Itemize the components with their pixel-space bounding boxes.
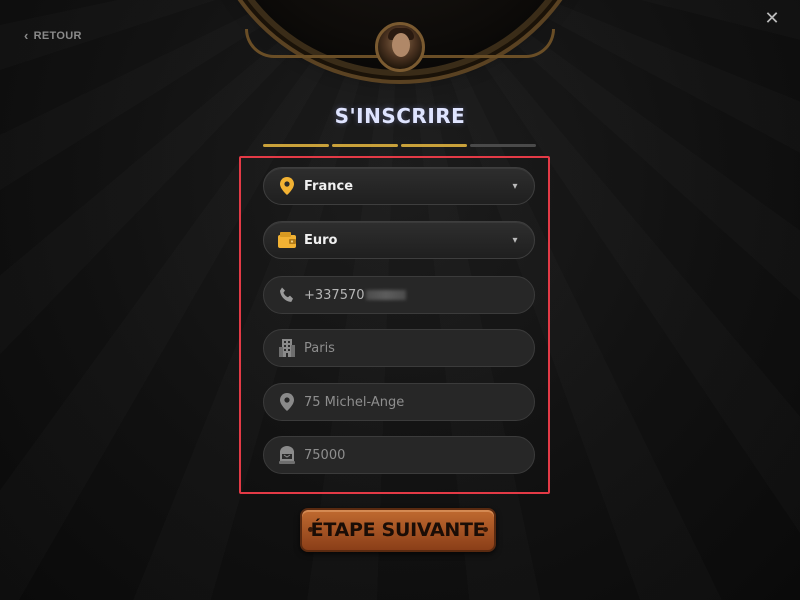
- country-select[interactable]: France ▾: [263, 167, 535, 205]
- redacted-digits: [365, 290, 406, 300]
- progress-step-1: [263, 144, 329, 147]
- next-step-label: ÉTAPE SUIVANTE: [310, 519, 486, 541]
- page-title: S'INSCRIRE: [334, 104, 466, 128]
- back-label: RETOUR: [33, 29, 82, 42]
- location-pin-icon: [278, 177, 296, 195]
- building-icon: [278, 339, 296, 357]
- country-value: France: [304, 178, 354, 194]
- city-value: Paris: [304, 340, 335, 356]
- postal-code-input[interactable]: 75000: [263, 436, 535, 474]
- progress-step-3: [401, 144, 467, 147]
- phone-input[interactable]: +337570: [263, 276, 535, 314]
- chevron-down-icon: ▾: [512, 234, 518, 246]
- step-progress: [263, 144, 536, 147]
- currency-select[interactable]: Euro ▾: [263, 221, 535, 259]
- wallet-icon: [278, 231, 296, 249]
- postal-code-value: 75000: [304, 447, 346, 463]
- close-icon[interactable]: ✕: [763, 10, 781, 28]
- phone-icon: [278, 286, 296, 304]
- chevron-down-icon: ▾: [512, 180, 518, 192]
- chevron-left-icon: ‹: [24, 28, 29, 43]
- avatar-face: [392, 33, 410, 57]
- location-pin-icon: [278, 393, 296, 411]
- mailbox-icon: [278, 446, 296, 464]
- progress-step-4: [470, 144, 536, 147]
- address-input[interactable]: 75 Michel-Ange: [263, 383, 535, 421]
- back-button[interactable]: ‹ RETOUR: [24, 29, 82, 42]
- next-step-button[interactable]: ÉTAPE SUIVANTE: [300, 508, 496, 552]
- city-input[interactable]: Paris: [263, 329, 535, 367]
- progress-step-2: [332, 144, 398, 147]
- avatar: [375, 22, 425, 72]
- address-value: 75 Michel-Ange: [304, 394, 405, 410]
- currency-value: Euro: [304, 232, 338, 248]
- phone-value: +337570: [304, 287, 365, 303]
